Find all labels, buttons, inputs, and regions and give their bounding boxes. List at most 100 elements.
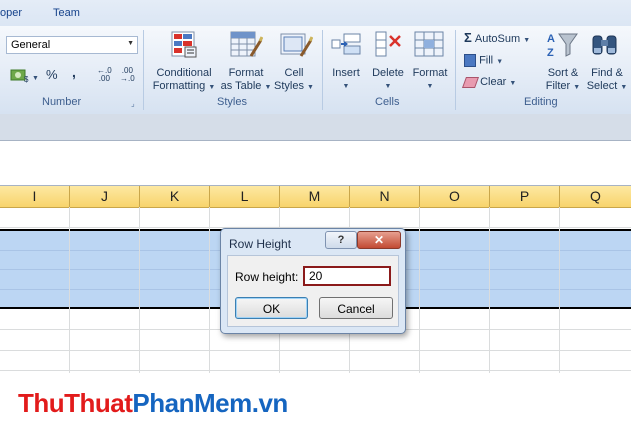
chevron-down-icon: ▼ xyxy=(307,84,314,91)
row-height-input[interactable] xyxy=(303,266,391,286)
cell-styles-label-2: Styles xyxy=(274,80,304,92)
find-select-label: Find & xyxy=(591,67,623,79)
insert-cells-icon xyxy=(330,32,362,61)
autosum-button[interactable]: Σ AutoSum ▼ xyxy=(464,31,530,47)
find-select-button[interactable]: Find & Select ▼ xyxy=(585,67,629,94)
conditional-formatting-label: Conditional xyxy=(156,67,212,79)
conditional-formatting-button[interactable]: Conditional Formatting ▼ xyxy=(152,67,216,94)
clear-label: Clear xyxy=(480,76,507,88)
svg-text:Z: Z xyxy=(547,47,554,59)
column-header-m[interactable]: M xyxy=(280,186,350,207)
sort-filter-icon: A Z xyxy=(545,30,579,63)
cell-styles-icon xyxy=(279,30,314,63)
chevron-down-icon[interactable]: ▼ xyxy=(32,72,39,85)
number-group-label: Number xyxy=(42,96,82,108)
number-format-value: General xyxy=(11,39,51,51)
clear-button[interactable]: Clear ▼ xyxy=(461,76,517,90)
currency-icon: $ xyxy=(10,69,29,84)
format-cells-icon xyxy=(413,30,445,61)
conditional-formatting-label-2: Formatting xyxy=(152,80,206,92)
column-header-n[interactable]: N xyxy=(350,186,420,207)
chevron-down-icon: ▼ xyxy=(384,83,392,90)
column-gridline xyxy=(559,207,560,373)
tab-team[interactable]: Team xyxy=(53,7,80,19)
format-label: Format xyxy=(412,67,448,79)
percent-style-button[interactable]: % xyxy=(46,68,58,81)
dialog-launcher-icon[interactable]: ⌟ xyxy=(131,99,135,108)
chevron-down-icon: ▼ xyxy=(509,80,517,87)
styles-group-label: Styles xyxy=(217,96,247,108)
column-header-j[interactable]: J xyxy=(70,186,140,207)
column-header-i[interactable]: I xyxy=(0,186,70,207)
formula-bar-area xyxy=(0,114,631,141)
delete-label: Delete xyxy=(372,67,404,79)
cell-styles-label: Cell xyxy=(284,67,304,79)
column-gridline xyxy=(419,207,420,373)
conditional-formatting-icon xyxy=(170,30,198,63)
sort-filter-label: Sort & xyxy=(547,67,579,79)
close-button[interactable]: ✕ xyxy=(357,231,401,249)
column-gridline xyxy=(209,207,210,373)
format-as-table-icon xyxy=(229,30,264,63)
sigma-icon: Σ xyxy=(464,30,472,45)
help-button[interactable]: ? xyxy=(325,231,357,249)
format-button[interactable]: Format ▼ xyxy=(409,67,451,93)
sort-filter-button[interactable]: Sort & Filter ▼ xyxy=(542,67,584,94)
svg-text:A: A xyxy=(547,33,555,45)
chevron-down-icon: ▼ xyxy=(573,84,581,91)
chevron-down-icon: ▼ xyxy=(496,58,504,66)
eraser-icon xyxy=(461,76,480,88)
binoculars-icon xyxy=(590,32,620,61)
editing-group-label: Editing xyxy=(524,96,558,108)
chevron-down-icon: ▼ xyxy=(523,37,531,44)
row-height-dialog: Row Height ? ✕ Row height: OK Cancel xyxy=(220,228,406,334)
format-as-table-label-2: as Table xyxy=(220,80,262,92)
increase-decimal-button[interactable]: ←.0 .00 xyxy=(97,67,112,83)
fill-button[interactable]: Fill ▼ xyxy=(464,54,503,68)
ribbon-tab-bar: oper Team xyxy=(0,0,631,26)
group-separator xyxy=(455,30,456,110)
watermark-logo: ThuThuatPhanMem.vn xyxy=(18,388,288,419)
cell-styles-button[interactable]: Cell Styles ▼ xyxy=(274,67,314,94)
row-gridline xyxy=(0,350,631,351)
delete-button[interactable]: Delete ▼ xyxy=(369,67,407,93)
watermark-part: .vn xyxy=(251,388,289,418)
chevron-down-icon: ▼ xyxy=(127,40,134,47)
number-format-dropdown[interactable]: General ▼ xyxy=(6,36,138,54)
format-as-table-button[interactable]: Format as Table ▼ xyxy=(220,67,272,94)
row-gridline xyxy=(0,370,631,371)
accounting-format-button[interactable]: $ xyxy=(10,67,30,84)
fill-down-icon xyxy=(464,54,476,67)
group-separator xyxy=(322,30,323,110)
sort-filter-label-2: Filter xyxy=(545,80,571,92)
insert-button[interactable]: Insert ▼ xyxy=(329,67,363,93)
cancel-button[interactable]: Cancel xyxy=(319,297,393,319)
delete-cells-icon xyxy=(372,30,404,61)
column-header-l[interactable]: L xyxy=(210,186,280,207)
chevron-down-icon: ▼ xyxy=(426,83,434,90)
dialog-body: Row height: OK Cancel xyxy=(227,255,399,327)
column-header-p[interactable]: P xyxy=(490,186,560,207)
column-header-k[interactable]: K xyxy=(140,186,210,207)
decrease-decimal-button[interactable]: .00 →.0 xyxy=(120,67,135,83)
comma-style-button[interactable]: , xyxy=(72,65,76,79)
tab-developer[interactable]: oper xyxy=(0,7,22,19)
column-gridline xyxy=(489,207,490,373)
watermark-part: Thu xyxy=(18,388,65,418)
cells-group-label: Cells xyxy=(375,96,400,108)
ribbon: General ▼ $ ▼ % , ←.0 .00 .00 →.0 Number… xyxy=(0,26,631,115)
chevron-down-icon: ▼ xyxy=(264,84,272,91)
dialog-title: Row Height xyxy=(229,237,292,251)
chevron-down-icon: ▼ xyxy=(208,84,216,91)
insert-label: Insert xyxy=(332,67,360,79)
watermark-part: Mem xyxy=(194,388,252,418)
chevron-down-icon: ▼ xyxy=(342,83,350,90)
close-icon: ✕ xyxy=(373,233,385,247)
column-gridline xyxy=(139,207,140,373)
column-header-o[interactable]: O xyxy=(420,186,490,207)
svg-text:$: $ xyxy=(24,75,29,83)
ok-button[interactable]: OK xyxy=(235,297,308,319)
watermark-part: Thuat xyxy=(64,388,133,418)
watermark-part: Phan xyxy=(132,388,194,418)
column-header-q[interactable]: Q xyxy=(560,186,631,207)
